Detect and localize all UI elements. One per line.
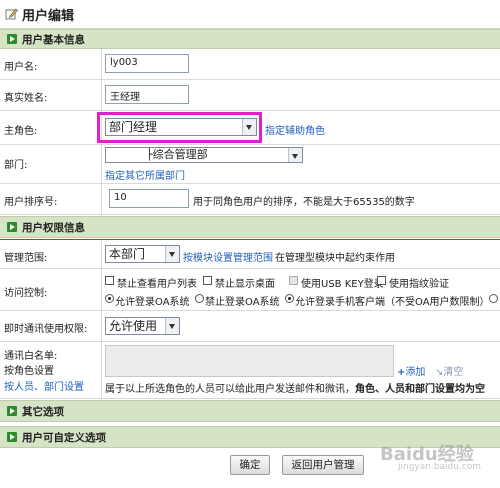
section-basic-info: 用户基本信息 [0, 29, 500, 49]
section-title: 其它选项 [22, 406, 64, 418]
dept-select[interactable]: ├综合管理部 [105, 147, 303, 163]
expand-arrow-icon [7, 34, 17, 44]
whitelist-person-dept-link[interactable]: 按人员、部门设置 [4, 378, 84, 393]
sort-label: 用户排序号: [4, 197, 58, 208]
divider [101, 184, 102, 214]
module-scope-link[interactable]: 按模块设置管理范围 [183, 249, 273, 264]
clear-link[interactable]: ↘清空 [435, 363, 463, 378]
confirm-button[interactable]: 确定 [230, 455, 270, 475]
sort-hint: 用于同角色用户的排序，不能是大于65535的数字 [193, 197, 415, 208]
row-department: 部门: ├综合管理部 指定其它所属部门 [0, 145, 500, 184]
expand-arrow-icon [7, 222, 17, 232]
section-permission-info: 用户权限信息 [0, 216, 500, 238]
whitelist-note-b: 角色、人员和部门设置均为空 [355, 384, 485, 395]
username-input[interactable]: ly003 [105, 54, 189, 73]
expand-arrow-icon [7, 432, 17, 442]
scope-select[interactable]: 本部门 [105, 245, 180, 263]
checkbox-label: 使用指纹验证 [389, 279, 449, 290]
scope-select-value: 本部门 [109, 247, 146, 261]
chevron-down-icon[interactable] [242, 119, 256, 135]
radio-allow-oa[interactable] [105, 294, 114, 303]
row-sort-number: 用户排序号: 10 用于同角色用户的排序，不能是大于65535的数字 [0, 184, 500, 215]
row-whitelist: 通讯白名单: 按角色设置 按人员、部门设置 +添加 ↘清空 属于以上所选角色的人… [0, 342, 500, 399]
row-username: 用户名: ly003 [0, 49, 500, 80]
role-select-value: 部门经理 [109, 120, 158, 134]
divider [101, 311, 102, 341]
row-main-role: 主角色: 部门经理 指定辅助角色 [0, 111, 500, 145]
whitelist-role-label: 按角色设置 [4, 366, 54, 377]
whitelist-note-a: 属于以上所选角色的人员可以给此用户发送邮件和微讯， [105, 384, 355, 395]
add-label: 添加 [405, 367, 426, 378]
page-title: 用户编辑 [22, 9, 75, 24]
chevron-down-icon[interactable] [165, 318, 179, 334]
radio-allow-mobile[interactable] [285, 294, 294, 303]
dept-select-value: ├综合管理部 [146, 148, 208, 161]
assign-other-dept-link[interactable]: 指定其它所属部门 [105, 167, 185, 182]
watermark-url: jingyan.baidu.com [398, 462, 482, 472]
divider [101, 241, 102, 268]
checkbox-label: 禁止查看用户列表 [117, 279, 197, 290]
sort-input[interactable]: 10 [109, 189, 189, 208]
red-divider [0, 239, 500, 240]
whitelist-note: 属于以上所选角色的人员可以给此用户发送邮件和微讯，角色、人员和部门设置均为空 [105, 380, 485, 395]
row-im-permission: 即时通讯使用权限: 允许使用 [0, 311, 500, 342]
whitelist-textarea[interactable] [105, 345, 394, 377]
section-title: 用户权限信息 [22, 222, 85, 234]
divider [101, 269, 102, 310]
divider [101, 145, 102, 183]
row-realname: 真实姓名: 王经理 [0, 80, 500, 111]
checkbox-label: 使用USB KEY登录 [301, 279, 384, 290]
section-title: 用户可自定义选项 [22, 432, 106, 444]
row-scope: 管理范围: 本部门 按模块设置管理范围 在管理型模块中起约束作用 [0, 241, 500, 269]
clear-label: 清空 [443, 367, 464, 378]
checkbox-hide-user-list[interactable] [105, 276, 114, 285]
im-label: 即时通讯使用权限: [4, 324, 88, 335]
divider [101, 49, 102, 79]
radio-label: 允许登录手机客户端（不受OA用户数限制） [295, 297, 490, 308]
checkbox-hide-desktop[interactable] [203, 276, 212, 285]
role-label: 主角色: [4, 126, 38, 137]
checkbox-label: 禁止显示桌面 [215, 279, 275, 290]
access-label: 访问控制: [4, 288, 48, 299]
im-select[interactable]: 允许使用 [105, 317, 180, 335]
realname-input[interactable]: 王经理 [105, 85, 189, 104]
im-select-value: 允许使用 [109, 319, 158, 333]
dept-label: 部门: [4, 160, 28, 171]
add-link[interactable]: +添加 [397, 363, 425, 378]
whitelist-label: 通讯白名单: [4, 351, 58, 362]
back-to-user-management-button[interactable]: 返回用户管理 [282, 455, 364, 475]
divider [101, 80, 102, 110]
section-other-options[interactable]: 其它选项 [0, 400, 500, 422]
assign-secondary-role-link[interactable]: 指定辅助角色 [265, 122, 325, 137]
divider [101, 342, 102, 398]
row-access-control: 访问控制: 禁止查看用户列表 禁止显示桌面 使用USB KEY登录 使用指纹验证… [0, 269, 500, 311]
realname-label: 真实姓名: [4, 93, 48, 104]
radio-label: 禁止登录OA系统 [205, 297, 280, 308]
checkbox-usb-key[interactable] [289, 276, 298, 285]
edit-icon [5, 8, 18, 20]
role-select[interactable]: 部门经理 [105, 118, 257, 136]
scope-hint: 在管理型模块中起约束作用 [275, 253, 395, 264]
username-label: 用户名: [4, 62, 38, 73]
radio-deny-oa[interactable] [195, 294, 204, 303]
chevron-down-icon[interactable] [288, 148, 302, 162]
radio-extra[interactable] [489, 294, 498, 303]
chevron-down-icon[interactable] [165, 246, 179, 262]
radio-label: 允许登录OA系统 [115, 297, 190, 308]
page-title-bar: 用户编辑 [0, 0, 500, 29]
expand-arrow-icon [7, 406, 17, 416]
checkbox-fingerprint[interactable] [377, 276, 386, 285]
section-title: 用户基本信息 [22, 34, 85, 46]
scope-label: 管理范围: [4, 253, 48, 264]
